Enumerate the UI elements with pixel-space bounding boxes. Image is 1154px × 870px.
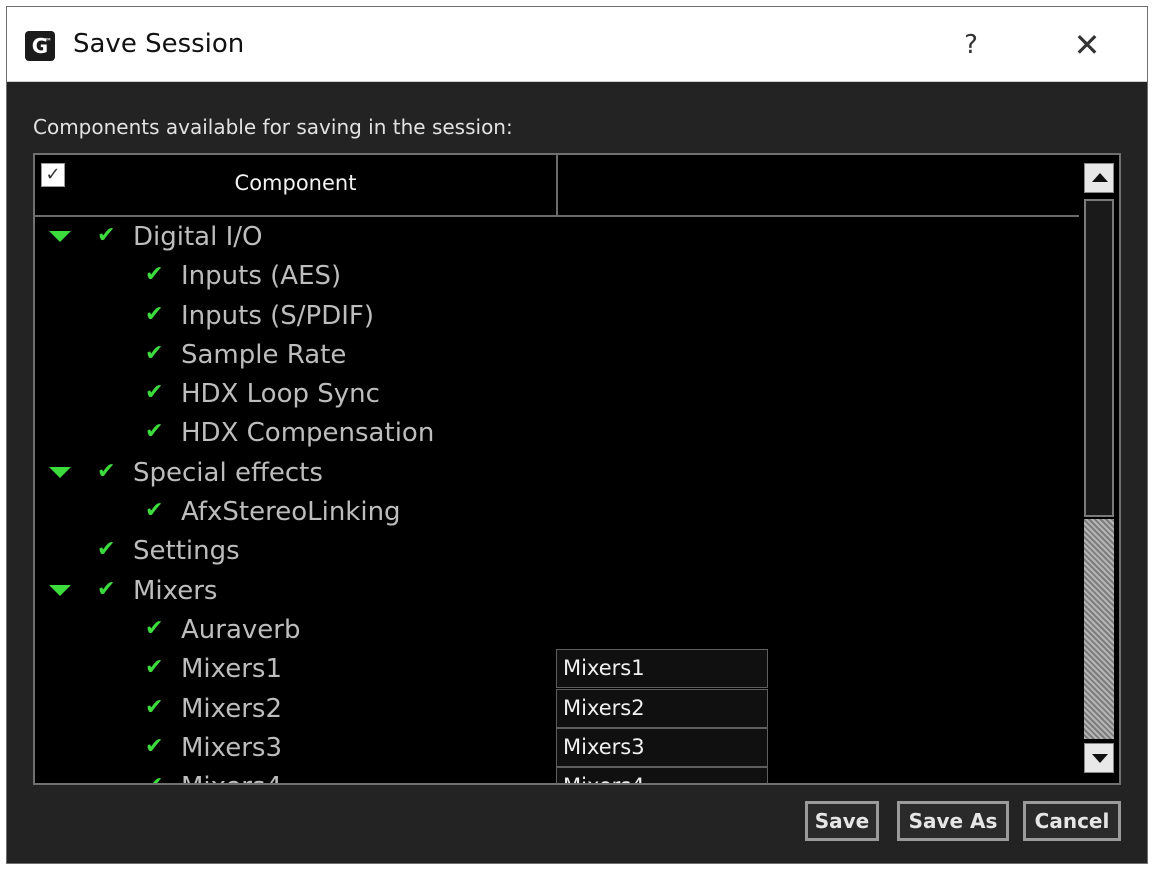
scroll-up-arrow-icon[interactable] (1084, 163, 1114, 193)
tree-item-special-effects[interactable]: ✔ Special effects (35, 453, 1079, 492)
tree-item-label: AfxStereoLinking (181, 497, 401, 528)
tree-item-label: Mixers1 (181, 654, 283, 685)
tree-item-label: HDX Compensation (181, 418, 435, 449)
title-bar: G ™ Save Session ? ✕ (7, 7, 1147, 82)
session-name-field[interactable]: Mixers1 (556, 649, 768, 689)
expand-arrow-icon[interactable] (49, 584, 71, 596)
session-name-field[interactable]: Mixers2 (556, 688, 768, 728)
close-button[interactable]: ✕ (1067, 25, 1107, 65)
tree-item-label: Special effects (133, 457, 323, 488)
save-button[interactable]: Save (805, 801, 879, 841)
session-name-field[interactable]: Mixers3 (556, 727, 768, 767)
expand-arrow-icon[interactable] (49, 466, 71, 478)
checkmark-icon[interactable]: ✔ (145, 262, 163, 287)
tree-item-label: Mixers4 (181, 772, 282, 783)
checkmark-icon[interactable]: ✔ (145, 302, 163, 327)
checkmark-icon[interactable]: ✔ (145, 341, 163, 366)
session-name-field[interactable]: Mixers4 (556, 767, 768, 783)
tree-item-label: Inputs (S/PDIF) (181, 300, 375, 331)
tree-item-label: Inputs (AES) (181, 261, 342, 292)
checkmark-icon[interactable]: ✔ (145, 655, 163, 680)
checkmark-icon[interactable]: ✔ (97, 223, 115, 248)
help-button[interactable]: ? (951, 25, 991, 65)
save-as-button[interactable]: Save As (897, 801, 1009, 841)
tree-rows: ✔ Digital I/O ✔ Inputs (AES) ✔ Inputs (S… (35, 217, 1079, 783)
checkmark-icon[interactable]: ✔ (145, 695, 163, 720)
tree-item-mixers4[interactable]: ✔ Mixers4 Mixers4 (35, 767, 1079, 783)
tree-item-label: Mixers3 (181, 732, 283, 763)
checkmark-icon[interactable]: ✔ (145, 498, 163, 523)
checkmark-icon[interactable]: ✔ (145, 419, 163, 444)
tree-item-hdx-compensation[interactable]: ✔ HDX Compensation (35, 413, 1079, 452)
tree-item-label: HDX Loop Sync (181, 379, 380, 410)
tree-item-label: Digital I/O (133, 222, 263, 252)
component-column-header[interactable]: Component (35, 171, 556, 195)
vertical-scrollbar[interactable] (1079, 155, 1119, 783)
scrollbar-thumb[interactable] (1084, 199, 1114, 517)
tree-item-settings[interactable]: ✔ Settings (35, 531, 1079, 570)
scroll-down-arrow-icon[interactable] (1084, 743, 1114, 773)
tree-item-mixers[interactable]: ✔ Mixers (35, 571, 1079, 610)
checkmark-icon[interactable]: ✔ (97, 459, 115, 484)
app-logo-icon: G ™ (25, 31, 55, 61)
tree-item-hdx-loop-sync[interactable]: ✔ HDX Loop Sync (35, 374, 1079, 413)
dialog-title: Save Session (73, 29, 245, 59)
table-header: ✓ Component (35, 155, 1079, 217)
checkmark-icon[interactable]: ✔ (145, 734, 163, 759)
tree-item-mixers1[interactable]: ✔ Mixers1 Mixers1 (35, 649, 1079, 689)
components-caption: Components available for saving in the s… (33, 115, 513, 139)
tree-item-label: Settings (133, 536, 240, 567)
tree-item-label: Mixers2 (181, 693, 283, 724)
components-tree: ✓ Component ✔ Digital I/O ✔ Inputs (AES)… (33, 153, 1121, 785)
tree-item-inputs-spdif[interactable]: ✔ Inputs (S/PDIF) (35, 296, 1079, 335)
save-session-dialog: G ™ Save Session ? ✕ Components available… (6, 6, 1148, 864)
tree-item-label: Auraverb (181, 614, 301, 645)
column-divider[interactable] (556, 155, 558, 215)
tree-item-inputs-aes[interactable]: ✔ Inputs (AES) (35, 256, 1079, 295)
checkmark-icon[interactable]: ✔ (97, 537, 115, 562)
tree-item-label: Sample Rate (181, 339, 347, 370)
expand-arrow-icon[interactable] (49, 231, 71, 242)
tree-item-mixers3[interactable]: ✔ Mixers3 Mixers3 (35, 727, 1079, 767)
tree-item-label: Mixers (133, 575, 218, 606)
checkmark-icon[interactable]: ✔ (145, 616, 163, 641)
tree-item-auraverb[interactable]: ✔ Auraverb (35, 610, 1079, 649)
cancel-button[interactable]: Cancel (1023, 801, 1121, 841)
tree-item-digital-io[interactable]: ✔ Digital I/O (35, 217, 1079, 256)
checkmark-icon[interactable]: ✔ (145, 773, 163, 783)
tree-item-mixers2[interactable]: ✔ Mixers2 Mixers2 (35, 688, 1079, 728)
checkmark-icon[interactable]: ✔ (97, 577, 115, 602)
tree-item-sample-rate[interactable]: ✔ Sample Rate (35, 335, 1079, 374)
tree-item-afx-stereo-linking[interactable]: ✔ AfxStereoLinking (35, 492, 1079, 531)
scrollbar-track[interactable] (1084, 519, 1114, 739)
checkmark-icon[interactable]: ✔ (145, 380, 163, 405)
